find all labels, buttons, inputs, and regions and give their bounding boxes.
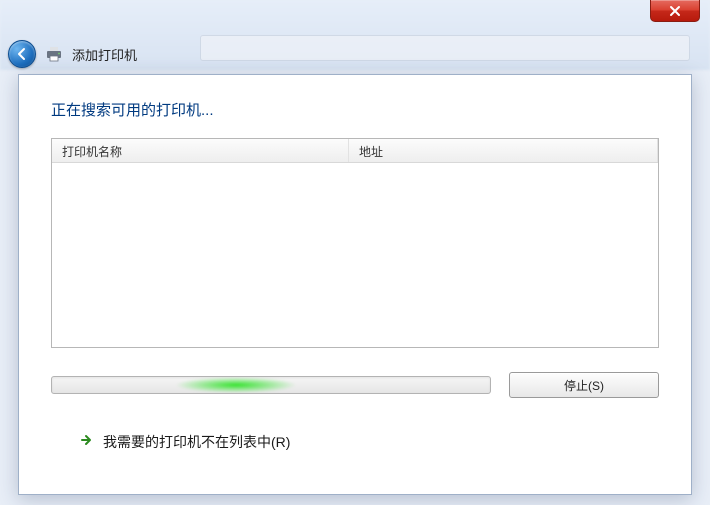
wizard-header: 添加打印机: [8, 40, 137, 68]
close-button[interactable]: [650, 0, 700, 22]
back-button[interactable]: [8, 40, 36, 68]
background-breadcrumb-bar: [200, 35, 690, 61]
back-arrow-icon: [15, 47, 29, 61]
wizard-title: 添加打印机: [72, 45, 137, 64]
title-bar: [650, 0, 700, 24]
search-progress-bar: [51, 376, 491, 394]
not-in-list-label: 我需要的打印机不在列表中(R): [103, 432, 290, 452]
list-body-empty: [52, 163, 658, 347]
close-icon: [669, 5, 681, 17]
stop-button[interactable]: 停止(S): [509, 372, 659, 398]
right-arrow-icon: [79, 433, 93, 452]
wizard-panel: 正在搜索可用的打印机... 打印机名称 地址 停止(S) 我需要的打印机不在列表…: [18, 74, 692, 495]
column-header-name[interactable]: 打印机名称: [52, 139, 349, 162]
searching-heading: 正在搜索可用的打印机...: [51, 99, 659, 120]
printer-icon: [44, 45, 64, 63]
progress-row: 停止(S): [51, 372, 659, 398]
printer-list[interactable]: 打印机名称 地址: [51, 138, 659, 348]
list-header: 打印机名称 地址: [52, 139, 658, 163]
column-header-address[interactable]: 地址: [349, 139, 658, 162]
printer-not-in-list-link[interactable]: 我需要的打印机不在列表中(R): [51, 432, 659, 452]
progress-marquee-glow: [175, 377, 298, 393]
